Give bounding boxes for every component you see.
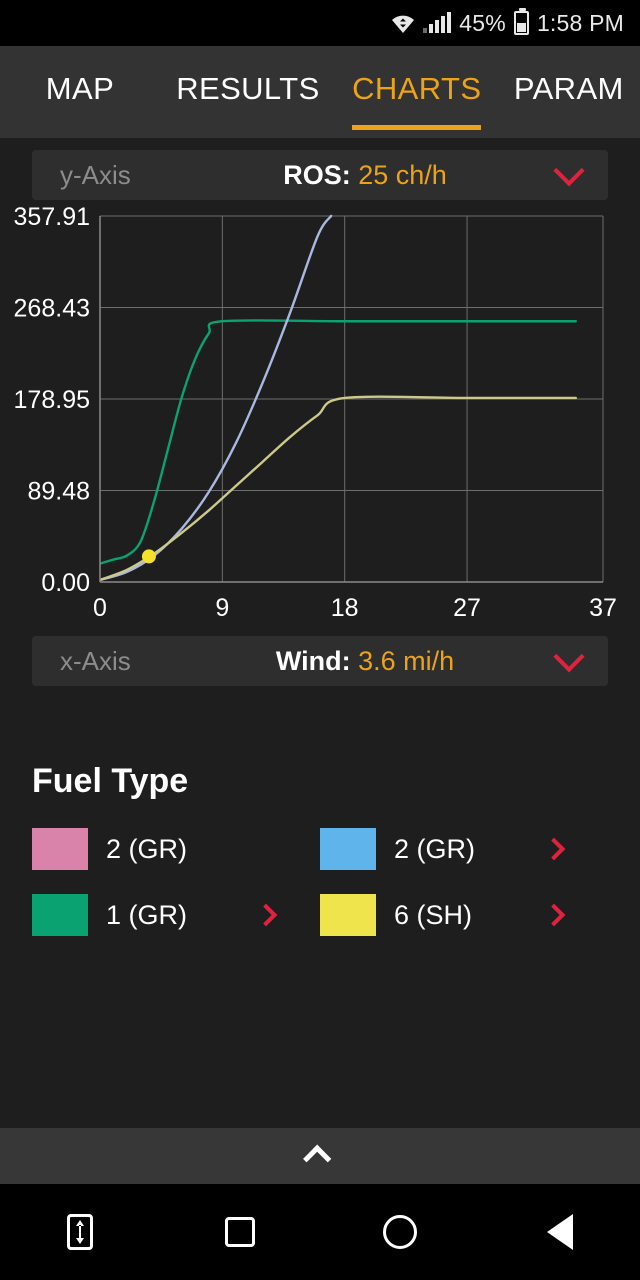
y-axis-value-label: 25 ch/h	[358, 159, 447, 190]
tab-results-label: RESULTS	[176, 71, 320, 106]
clock-label: 1:58 PM	[536, 9, 624, 36]
list-item[interactable]: 6 (SH)	[320, 891, 608, 939]
back-button[interactable]	[480, 1184, 640, 1280]
fuel-type-title: Fuel Type	[32, 762, 189, 800]
chart-series-line	[100, 319, 578, 565]
keyboard-resize-button[interactable]	[0, 1184, 160, 1280]
x-tick-label: 18	[331, 594, 359, 622]
tab-map-label: MAP	[45, 71, 115, 106]
battery-icon	[513, 8, 529, 35]
list-item[interactable]: 2 (GR)	[320, 825, 608, 873]
x-tick-label: 0	[93, 594, 107, 622]
chevron-right-icon[interactable]	[542, 837, 566, 861]
signal-bars-icon	[423, 12, 452, 33]
status-bar: 45% 1:58 PM	[0, 0, 640, 46]
y-axis-selector[interactable]: y-Axis ROS: 25 ch/h	[32, 150, 608, 200]
y-axis-key-label: ROS:	[283, 159, 351, 190]
chart-series-line	[100, 214, 333, 582]
x-axis-key-label: Wind:	[275, 645, 351, 676]
ros-vs-wind-line-chart: 0.00 89.48 178.95 268.43 357.91 0 9 18 27 37	[14, 204, 617, 622]
fuel-color-swatch	[320, 894, 376, 936]
tab-charts[interactable]: CHARTS	[336, 46, 498, 138]
fuel-color-swatch	[32, 828, 88, 870]
list-item[interactable]: 1 (GR)	[32, 891, 320, 939]
android-nav-bar	[0, 1184, 640, 1280]
fuel-type-legend: 2 (GR) 2 (GR) 1 (GR) 6 (SH)	[0, 825, 640, 939]
app-root: 45% 1:58 PM MAP RESULTS CHARTS PARAM y-A…	[0, 0, 640, 1280]
home-button[interactable]	[320, 1184, 480, 1280]
back-triangle-icon	[547, 1214, 573, 1250]
tab-param-label: PARAM	[513, 71, 624, 106]
chevron-right-icon[interactable]	[254, 903, 278, 927]
y-tick-label: 357.91	[14, 204, 90, 231]
fuel-label: 2 (GR)	[394, 833, 475, 864]
chart-current-point-marker	[141, 549, 156, 564]
y-axis-value: ROS: 25 ch/h	[172, 160, 558, 191]
chevron-down-icon[interactable]	[553, 155, 585, 187]
x-axis-value: Wind: 3.6 mi/h	[172, 646, 558, 677]
fuel-label: 1 (GR)	[106, 899, 187, 930]
x-tick-label: 27	[453, 594, 481, 622]
battery-percent-label: 45%	[459, 9, 506, 36]
chevron-down-icon[interactable]	[553, 641, 585, 673]
fuel-label: 6 (SH)	[394, 899, 473, 930]
tab-results[interactable]: RESULTS	[160, 46, 336, 138]
fuel-label: 2 (GR)	[106, 833, 187, 864]
y-tick-label: 89.48	[27, 477, 90, 505]
chart-area[interactable]: 0.00 89.48 178.95 268.43 357.91 0 9 18 27 37	[0, 204, 640, 624]
chart-series-line	[100, 395, 578, 582]
fuel-color-swatch	[320, 828, 376, 870]
x-tick-label: 9	[215, 594, 229, 622]
tab-map[interactable]: MAP	[0, 46, 160, 138]
y-tick-label: 178.95	[14, 386, 90, 414]
x-axis-selector[interactable]: x-Axis Wind: 3.6 mi/h	[32, 636, 608, 686]
keyboard-resize-icon	[67, 1214, 93, 1250]
expand-panel-handle[interactable]	[0, 1128, 640, 1184]
y-tick-label: 0.00	[41, 569, 90, 597]
chevron-up-icon[interactable]	[303, 1144, 332, 1173]
fuel-color-swatch	[32, 894, 88, 936]
x-axis-value-label: 3.6 mi/h	[358, 645, 455, 676]
wifi-icon	[391, 12, 415, 34]
recents-square-icon	[225, 1217, 255, 1247]
recents-button[interactable]	[160, 1184, 320, 1280]
tab-charts-label: CHARTS	[352, 71, 482, 106]
list-item[interactable]: 2 (GR)	[32, 825, 320, 873]
y-tick-label: 268.43	[14, 295, 90, 323]
tab-bar: MAP RESULTS CHARTS PARAM	[0, 46, 640, 138]
x-tick-label: 37	[589, 594, 617, 622]
tab-param[interactable]: PARAM	[498, 46, 640, 138]
chevron-right-icon[interactable]	[542, 903, 566, 927]
home-circle-icon	[383, 1215, 417, 1249]
